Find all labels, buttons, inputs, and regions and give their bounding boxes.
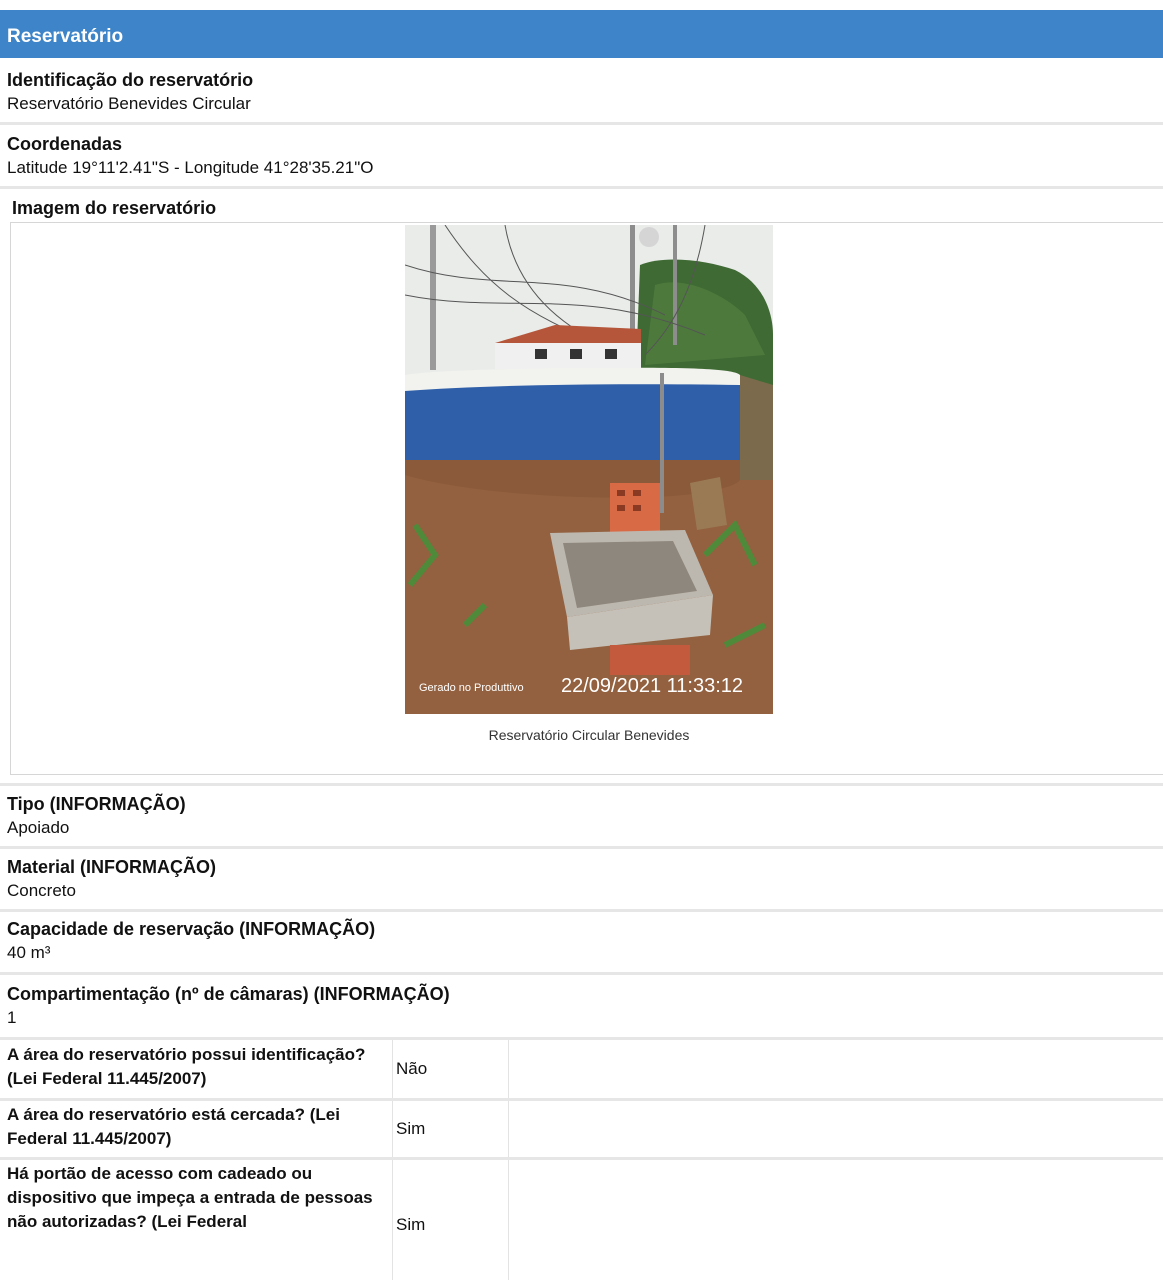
answer-text: Sim [396,1215,426,1234]
field-label: Capacidade de reservação (INFORMAÇÃO) [7,919,376,939]
table-row: Há portão de acesso com cadeado ou dispo… [0,1162,1163,1280]
section-header: Reservatório [0,10,1163,58]
table-row: A área do reservatório possui identifica… [0,1043,1163,1099]
field-identificacao: Identificação do reservatório Reservatór… [0,68,1163,115]
image-caption: Reservatório Circular Benevides [488,727,690,743]
divider [0,186,1163,189]
divider [0,909,1163,912]
field-value: Latitude 19°11'2.41"S - Longitude 41°28'… [7,158,374,177]
image-section-label: Imagem do reservatório [12,198,217,218]
divider [0,783,1163,786]
divider [0,1098,1163,1101]
divider [0,972,1163,975]
answer-text: Sim [396,1119,426,1138]
field-label: Identificação do reservatório [7,70,254,90]
table-row: A área do reservatório está cercada? (Le… [0,1103,1163,1159]
field-tipo: Tipo (INFORMAÇÃO) Apoiado [0,792,1163,839]
field-coordenadas: Coordenadas Latitude 19°11'2.41"S - Long… [0,132,1163,179]
answer-text: Não [396,1059,428,1078]
field-capacidade: Capacidade de reservação (INFORMAÇÃO) 40… [0,917,1163,964]
question-text: A área do reservatório possui identifica… [7,1045,366,1088]
field-value: 1 [7,1008,17,1027]
photo-watermark: Gerado no Produttivo [419,682,524,694]
field-value: 40 m³ [7,943,51,962]
field-label: Coordenadas [7,134,123,154]
field-compartimentacao: Compartimentação (nº de câmaras) (INFORM… [0,982,1163,1029]
field-value: Concreto [7,881,76,900]
field-label: Compartimentação (nº de câmaras) (INFORM… [7,984,450,1004]
divider [0,846,1163,849]
reservoir-photo[interactable]: Gerado no Produttivo 22/09/2021 11:33:12 [405,225,773,714]
field-value: Apoiado [7,818,70,837]
field-label: Tipo (INFORMAÇÃO) [7,794,186,814]
question-text: A área do reservatório está cercada? (Le… [7,1105,340,1148]
section-title: Reservatório [7,26,124,47]
divider [0,1037,1163,1040]
divider [0,1157,1163,1160]
photo-timestamp: 22/09/2021 11:33:12 [561,675,743,697]
divider [0,122,1163,125]
field-material: Material (INFORMAÇÃO) Concreto [0,855,1163,902]
field-value: Reservatório Benevides Circular [7,94,251,113]
question-text: Há portão de acesso com cadeado ou dispo… [7,1164,373,1231]
field-label: Material (INFORMAÇÃO) [7,857,217,877]
